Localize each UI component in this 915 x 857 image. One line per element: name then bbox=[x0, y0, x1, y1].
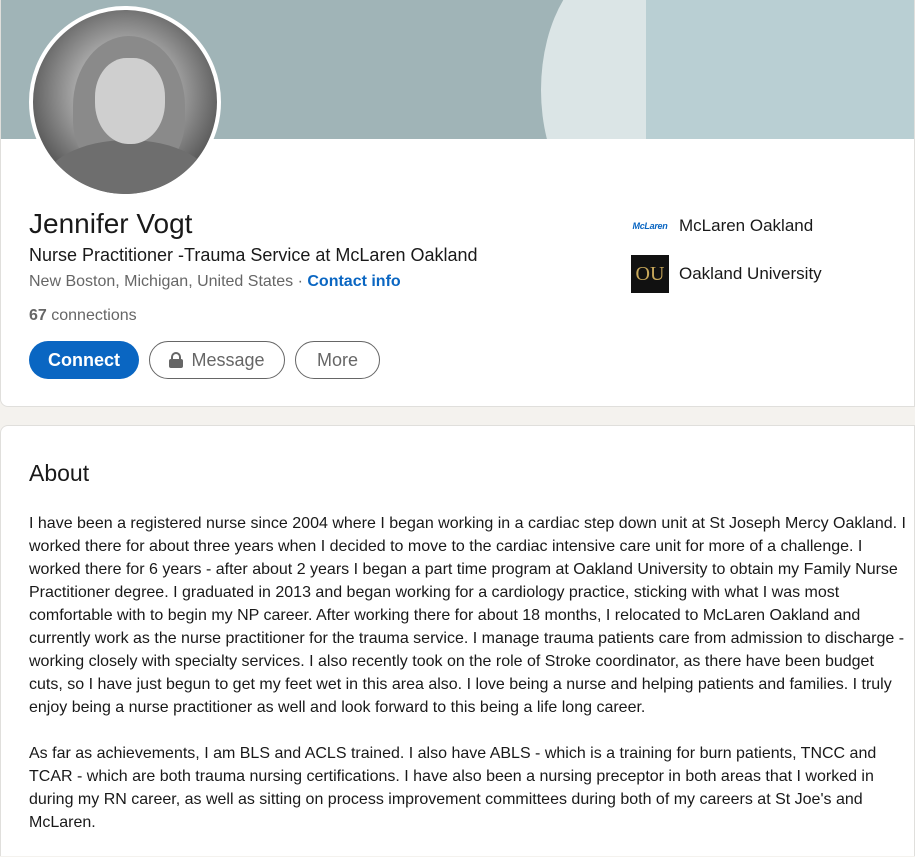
mclaren-logo: McLaren bbox=[631, 207, 669, 245]
connections-row[interactable]: 67 connections bbox=[29, 307, 137, 325]
profile-name: Jennifer Vogt bbox=[29, 208, 193, 239]
about-text: I have been a registered nurse since 200… bbox=[29, 512, 909, 857]
connections-count: 67 bbox=[29, 307, 47, 324]
oakland-university-logo: OU bbox=[631, 255, 669, 293]
location-row: New Boston, Michigan, United States · Co… bbox=[29, 273, 401, 291]
connect-button[interactable]: Connect bbox=[29, 341, 139, 379]
separator: · bbox=[293, 273, 308, 290]
about-title: About bbox=[29, 460, 90, 486]
profile-avatar[interactable] bbox=[29, 6, 221, 198]
org-name: Oakland University bbox=[679, 264, 822, 283]
org-name: McLaren Oakland bbox=[679, 216, 814, 235]
about-paragraph: As far as achievements, I am BLS and ACL… bbox=[29, 745, 877, 831]
more-button[interactable]: More bbox=[295, 341, 380, 379]
about-card: About I have been a registered nurse sin… bbox=[0, 425, 915, 856]
profile-headline: Nurse Practitioner -Trauma Service at Mc… bbox=[29, 245, 478, 265]
profile-card: Jennifer Vogt Nurse Practitioner -Trauma… bbox=[0, 0, 915, 407]
contact-info-link[interactable]: Contact info bbox=[307, 273, 400, 290]
lock-icon bbox=[169, 352, 184, 368]
about-paragraph: I have been a registered nurse since 200… bbox=[29, 515, 906, 716]
org-mclaren-oakland[interactable]: McLaren McLaren Oakland bbox=[631, 207, 813, 245]
org-oakland-university[interactable]: OU Oakland University bbox=[631, 255, 822, 293]
message-button-label: Message bbox=[191, 349, 265, 370]
profile-location: New Boston, Michigan, United States bbox=[29, 273, 294, 290]
message-button[interactable]: Message bbox=[149, 341, 285, 379]
connections-label: connections bbox=[51, 307, 137, 324]
